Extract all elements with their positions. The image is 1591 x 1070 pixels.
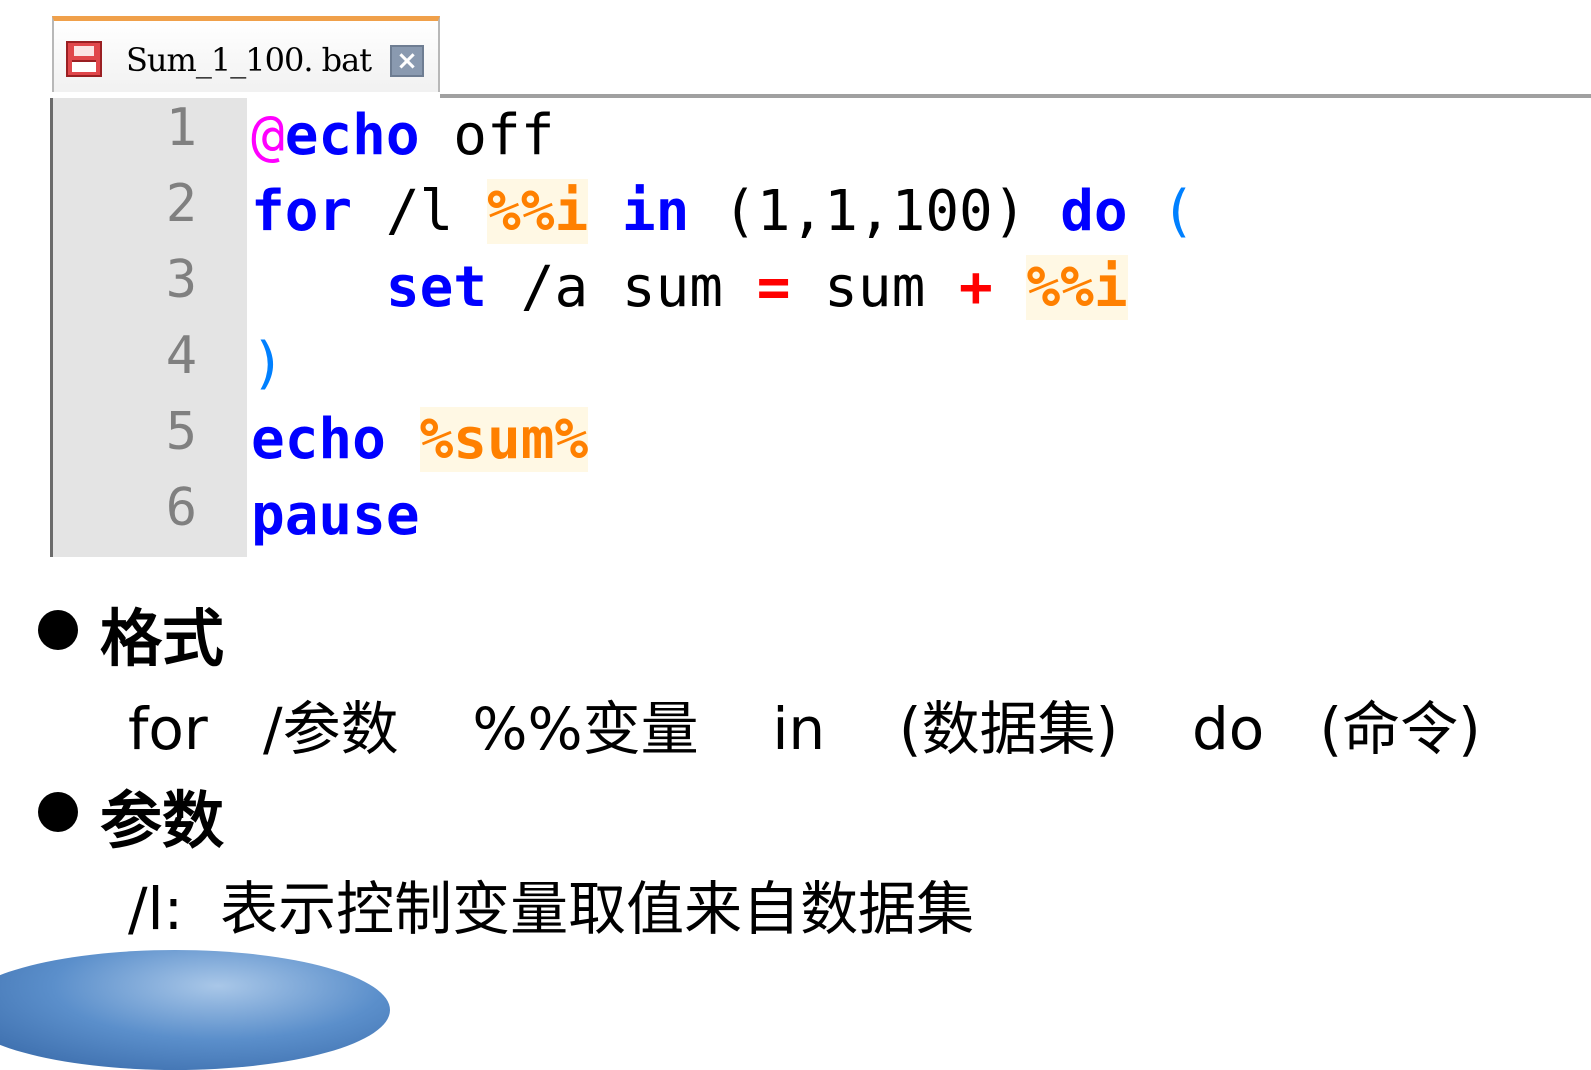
code-line: echo %sum% — [251, 402, 589, 478]
code-line: ) — [251, 326, 285, 402]
code-text: off — [419, 103, 555, 168]
keyword: do — [1060, 179, 1128, 244]
code-line: set /a sum = sum + %%i — [251, 250, 1128, 326]
code-editor: Sum_1_100. bat × 1 2 3 4 5 6 @echo off f… — [50, 14, 1591, 557]
close-icon[interactable]: × — [390, 45, 424, 77]
tab-title: Sum_1_100. bat — [126, 41, 372, 79]
line-number: 3 — [165, 250, 197, 310]
file-tab[interactable]: Sum_1_100. bat × — [52, 16, 440, 92]
params-description: /l: 表示控制变量取值来自数据集 — [128, 875, 975, 943]
code-line: @echo off — [251, 98, 554, 174]
line-number: 1 — [165, 98, 197, 158]
parenthesis: ( — [1161, 179, 1196, 244]
keyword: echo — [284, 103, 420, 168]
keyword: in — [621, 179, 690, 244]
at-symbol: @ — [251, 103, 285, 168]
line-number: 2 — [165, 174, 197, 234]
variable: %%i — [1026, 255, 1128, 320]
keyword: for — [251, 179, 353, 244]
code-text: sum — [790, 255, 960, 320]
line-number: 4 — [165, 326, 197, 386]
save-icon — [66, 41, 102, 77]
keyword: pause — [251, 483, 420, 548]
operator: + — [959, 255, 993, 320]
keyword: echo — [251, 407, 386, 472]
line-number: 6 — [165, 478, 197, 538]
bullet-icon — [38, 610, 78, 650]
code-line: for /l %%i in (1,1,100) do ( — [251, 174, 1195, 250]
variable: %sum% — [419, 407, 589, 472]
line-number-gutter: 1 2 3 4 5 6 — [53, 98, 247, 557]
format-syntax: for /参数 %%变量 in (数据集) do (命令) — [128, 695, 1481, 763]
bullet-icon — [38, 792, 78, 832]
line-number: 5 — [165, 402, 197, 462]
code-text: /a sum — [487, 255, 757, 320]
code-text: /l — [352, 179, 488, 244]
decorative-swoosh — [0, 950, 390, 1070]
operator: = — [756, 255, 791, 320]
parenthesis: ) — [251, 331, 285, 396]
params-heading: 参数 — [100, 784, 225, 857]
format-heading: 格式 — [100, 602, 225, 675]
variable: %%i — [487, 179, 589, 244]
tab-bar: Sum_1_100. bat × — [50, 14, 1591, 98]
code-area[interactable]: 1 2 3 4 5 6 @echo off for /l %%i in (1,1… — [50, 98, 1591, 557]
code-line: pause — [251, 478, 420, 554]
keyword: set — [385, 255, 488, 320]
code-text: (1,1,100) — [689, 179, 1061, 244]
